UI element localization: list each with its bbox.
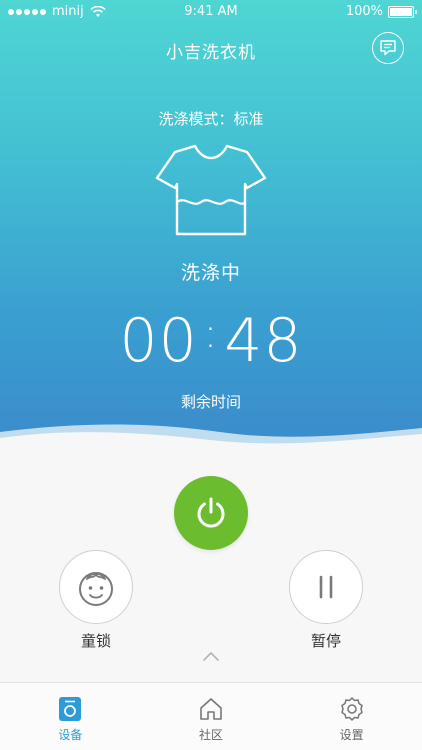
tab-device-label: 设备 (58, 728, 83, 742)
child-lock-label: 童锁 (80, 632, 111, 650)
child-lock-button[interactable] (59, 550, 133, 624)
status-bar: minij 9:41 AM 100% (0, 0, 422, 24)
gear-icon (339, 696, 365, 722)
battery-icon (388, 5, 417, 18)
home-icon (198, 696, 224, 722)
wash-state: 洗涤中 (180, 262, 241, 284)
chat-icon (380, 40, 396, 56)
wave-divider (0, 424, 422, 458)
tab-settings[interactable]: 设置 (281, 683, 422, 750)
tab-community-label: 社区 (199, 728, 224, 742)
pause-button[interactable] (289, 550, 363, 624)
status-right: 100% (345, 4, 417, 19)
battery-percent: 100% (345, 4, 383, 19)
power-icon (197, 497, 225, 528)
tab-community[interactable]: 社区 (141, 683, 282, 750)
timer-colon: : (203, 311, 219, 357)
wash-mode-label: 洗涤模式：标准 (158, 110, 264, 128)
tab-settings-label: 设置 (339, 728, 364, 742)
page-title: 小吉洗衣机 (166, 43, 256, 63)
pause-label: 暂停 (310, 632, 341, 650)
shirt-icon (155, 144, 267, 236)
remaining-time-label: 剩余时间 (180, 393, 241, 411)
message-button[interactable] (372, 32, 404, 64)
device-icon (57, 696, 83, 722)
chevron-up-icon[interactable] (201, 650, 221, 662)
timer-minutes: 00 (119, 306, 198, 376)
tab-device[interactable]: 设备 (0, 683, 141, 750)
bottom-tab-bar: 设备 社区 设置 (0, 682, 422, 750)
countdown-timer: 00:48 (0, 306, 422, 376)
timer-seconds: 48 (224, 306, 303, 376)
baby-face-icon (79, 572, 113, 606)
pause-icon (319, 575, 333, 599)
power-button[interactable] (174, 476, 248, 550)
washer-hero-panel: minij 9:41 AM 100% 小吉洗衣机 洗涤模式：标准 洗涤中 00:… (0, 0, 422, 450)
